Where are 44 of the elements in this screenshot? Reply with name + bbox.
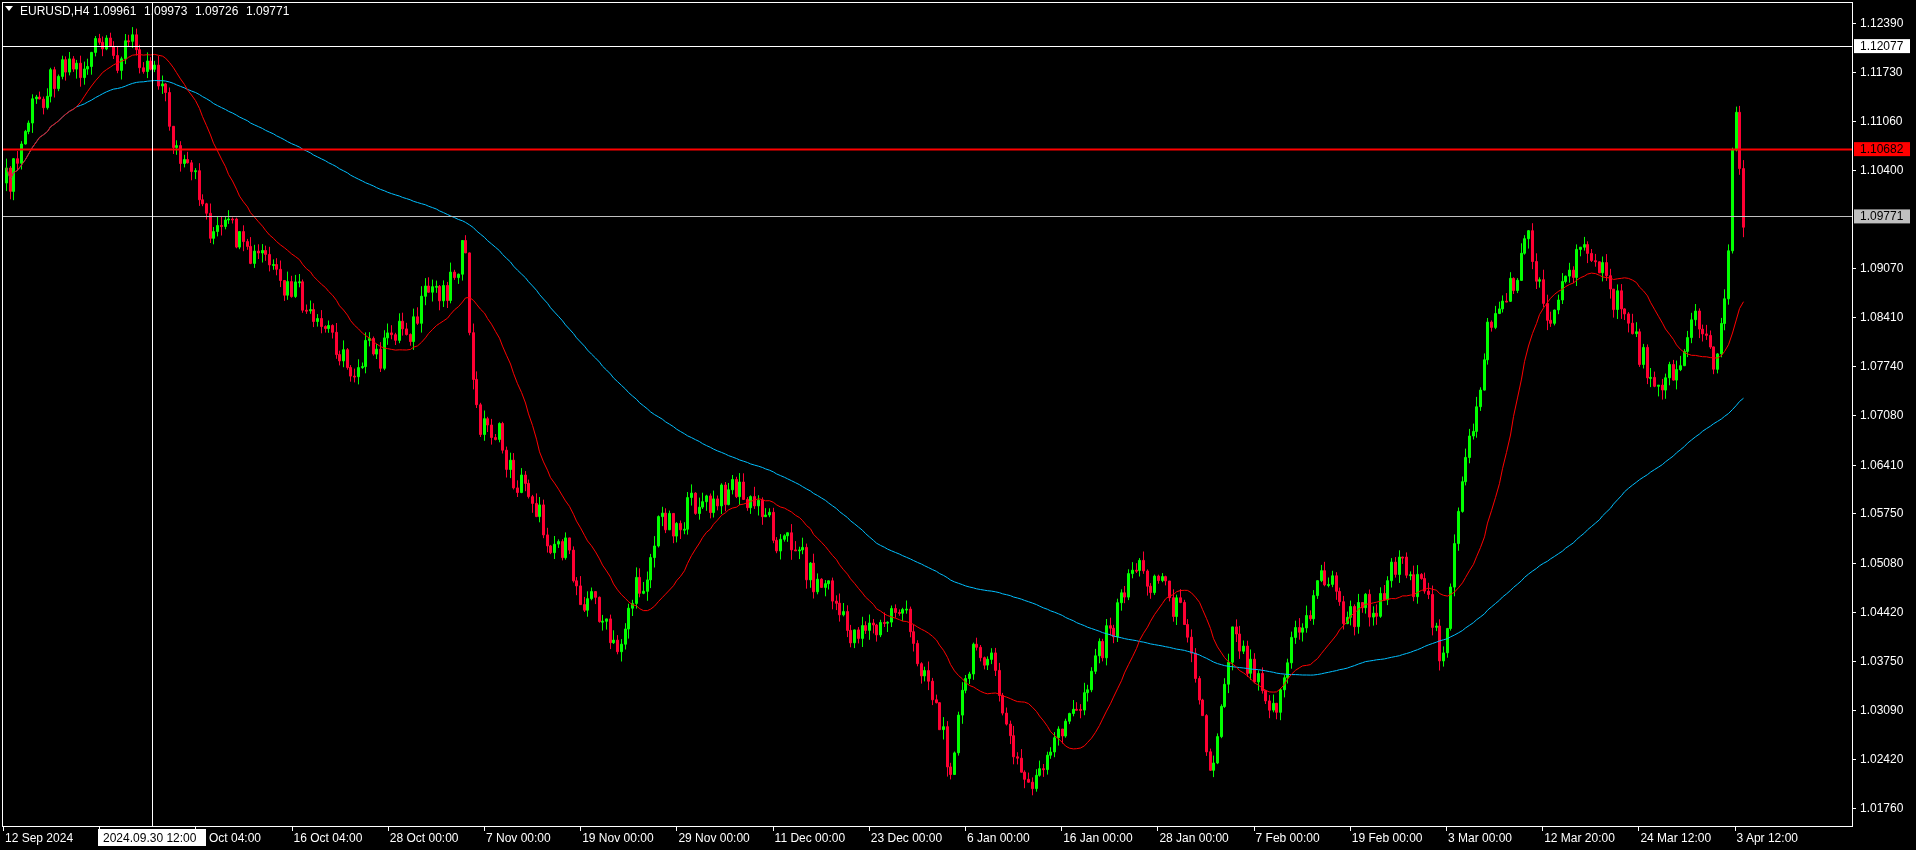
time-axis-label: 23 Dec 00:00 xyxy=(870,831,943,845)
price-axis-label: 1.11060 xyxy=(1860,114,1903,129)
price-line-label: 1.10682 xyxy=(1854,142,1910,157)
price-axis-label: 1.11730 xyxy=(1860,64,1903,79)
symbol-label: EURUSD,H4 xyxy=(20,4,90,18)
time-axis-label: 12 Sep 2024 xyxy=(5,831,74,845)
price-axis-label: 1.05750 xyxy=(1860,506,1904,521)
time-axis-label: 7 Nov 00:00 xyxy=(486,831,551,845)
price-axis-label: 1.07740 xyxy=(1860,359,1904,374)
time-axis-label: 6 Jan 00:00 xyxy=(967,831,1030,845)
crosshair-price-label: 1.12077 xyxy=(1854,39,1910,54)
time-axis-label: 11 Dec 00:00 xyxy=(774,831,846,845)
price-axis-label: 1.05080 xyxy=(1860,555,1904,570)
price-axis-label: 1.06410 xyxy=(1860,457,1904,472)
time-axis-label: 12 Mar 20:00 xyxy=(1544,831,1615,845)
price-axis-label: 1.08410 xyxy=(1860,309,1904,324)
ohlc-value: 1.09726 xyxy=(195,4,239,18)
price-axis-label: 1.02420 xyxy=(1860,752,1904,767)
time-axis-label: 19 Nov 00:00 xyxy=(582,831,654,845)
time-axis-label: 28 Jan 00:00 xyxy=(1159,831,1229,845)
triangle-down-icon[interactable] xyxy=(5,6,13,11)
time-axis-label: 3 Apr 12:00 xyxy=(1736,831,1798,845)
price-axis-label: 1.03090 xyxy=(1860,702,1904,717)
time-axis-label: 3 Mar 00:00 xyxy=(1448,831,1513,845)
price-axis-label: 1.07080 xyxy=(1860,408,1904,423)
price-axis-label: 1.10400 xyxy=(1860,162,1904,177)
price-axis-label: 1.12390 xyxy=(1860,16,1904,30)
time-axis-label: 28 Oct 00:00 xyxy=(389,831,459,845)
price-axis-label: 1.09070 xyxy=(1860,261,1904,276)
price-line-label: 1.09771 xyxy=(1854,209,1910,224)
price-axis-label: 1.04420 xyxy=(1860,604,1904,619)
ohlc-value: 1.09961 xyxy=(93,4,137,18)
price-line[interactable] xyxy=(2,148,1853,151)
price-axis-label: 1.03750 xyxy=(1860,654,1904,669)
time-axis-label: 19 Feb 00:00 xyxy=(1351,831,1423,845)
time-axis-label: 16 Jan 00:00 xyxy=(1063,831,1133,845)
time-axis-label: Oct 04:00 xyxy=(209,831,262,845)
time-axis-label: 7 Feb 00:00 xyxy=(1255,831,1320,845)
crosshair-time-label: 2024.09.30 12:00 xyxy=(98,829,206,846)
ohlc-value: 1.09771 xyxy=(246,4,290,18)
time-axis-label: 16 Oct 04:00 xyxy=(293,831,363,845)
time-axis-label: 29 Nov 00:00 xyxy=(678,831,750,845)
price-axis-label: 1.01760 xyxy=(1860,801,1904,815)
time-axis-label: 24 Mar 12:00 xyxy=(1640,831,1712,845)
